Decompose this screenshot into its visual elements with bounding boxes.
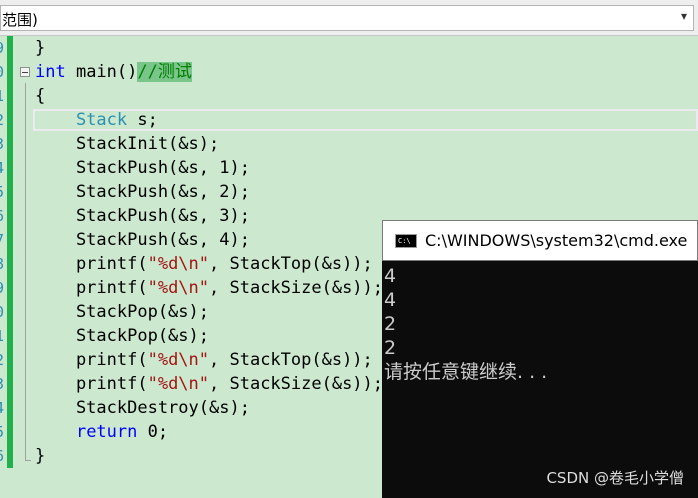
code-token: } [35,38,46,58]
code-token: StackDestroy(&s); [35,398,250,418]
line-number: 2 [0,108,4,132]
console-output-line: 4 [384,265,397,287]
code-line: } [35,444,45,468]
line-number: 4 [0,156,4,180]
code-token: printf( [35,374,148,394]
code-token: StackPop(&s); [35,326,209,346]
code-token: printf( [35,350,148,370]
code-line: StackInit(&s); [35,132,219,156]
code-token: StackPush(&s, 2); [35,182,250,202]
line-number: 9 [0,276,4,300]
console-output-line: 2 [384,337,397,359]
scope-dropdown-value: 范围) [2,11,38,29]
code-line: StackPush(&s, 1); [35,156,250,180]
line-number: 0 [0,300,4,324]
line-number: 5 [0,180,4,204]
code-line: int main()//测试 [35,60,192,84]
code-token: , StackTop(&s)); [209,254,373,274]
change-tracking-bar [7,36,13,468]
fold-guide-end [25,460,31,461]
scope-dropdown[interactable]: 范围) ▾ [0,5,694,31]
code-token: s; [127,110,158,130]
console-title: C:\WINDOWS\system32\cmd.exe [425,231,688,250]
code-token: StackPush(&s, 3); [35,206,250,226]
scope-navigation-bar: 范围) ▾ [0,0,698,36]
fold-guide-line [25,83,26,461]
code-token: } [35,446,46,466]
string-token: "%d\n" [147,350,210,370]
code-token: StackPop(&s); [35,302,209,322]
line-number: 1 [0,84,4,108]
console-window[interactable]: C:\ C:\WINDOWS\system32\cmd.exe 4 4 2 2 请按任意… [382,220,698,498]
type-token: Stack [75,110,128,130]
code-line: Stack s; [35,108,158,132]
chevron-down-icon[interactable]: ▾ [681,9,687,23]
line-number: 8 [0,252,4,276]
line-number: 3 [0,372,4,396]
string-token: "%d\n" [147,374,210,394]
code-token: printf( [35,254,148,274]
code-line: return 0; [35,420,168,444]
code-token: printf( [35,278,148,298]
line-number: 0 [0,60,4,84]
code-token: , StackTop(&s)); [209,350,373,370]
code-token: , StackSize(&s)); [209,278,384,298]
line-number: 6 [0,444,4,468]
keyword-token: return [75,422,138,442]
code-line: StackPush(&s, 2); [35,180,250,204]
code-token: main() [65,62,138,82]
code-token: 0; [137,422,169,442]
code-line: StackDestroy(&s); [35,396,250,420]
code-token: StackPush(&s, 1); [35,158,250,178]
code-token: , StackSize(&s)); [209,374,384,394]
code-line: StackPush(&s, 3); [35,204,250,228]
keyword-token: int [35,62,66,82]
code-token: { [35,86,46,106]
line-number: 4 [0,396,4,420]
string-token: "%d\n" [147,254,210,274]
code-line: printf("%d\n", StackTop(&s)); [35,252,373,276]
console-output-line: 请按任意键继续. . . [384,361,548,383]
code-line: printf("%d\n", StackSize(&s)); [35,276,383,300]
code-line: printf("%d\n", StackTop(&s)); [35,348,373,372]
code-line: printf("%d\n", StackSize(&s)); [35,372,383,396]
code-line: { [35,84,45,108]
code-line: StackPush(&s, 4); [35,228,250,252]
line-number-gutter: 901234567890123456 [0,36,4,498]
line-number: 3 [0,132,4,156]
line-number: 6 [0,204,4,228]
watermark: CSDN @卷毛小学僧 [546,469,684,487]
cmd-icon: C:\ [395,234,417,248]
console-output-line: 4 [384,289,397,311]
console-output-line: 2 [384,313,397,335]
code-line: StackPop(&s); [35,324,209,348]
string-token: "%d\n" [147,278,210,298]
line-number: 2 [0,348,4,372]
line-number: 9 [0,36,4,60]
code-token: StackPush(&s, 4); [35,230,250,250]
code-line: StackPop(&s); [35,300,209,324]
comment-token: //测试 [137,62,192,82]
code-line: } [35,36,45,60]
code-token: StackInit(&s); [35,134,220,154]
line-number: 7 [0,228,4,252]
line-number: 1 [0,324,4,348]
collapse-region-icon[interactable] [20,67,30,77]
console-titlebar[interactable]: C:\ C:\WINDOWS\system32\cmd.exe [382,220,698,261]
line-number: 5 [0,420,4,444]
